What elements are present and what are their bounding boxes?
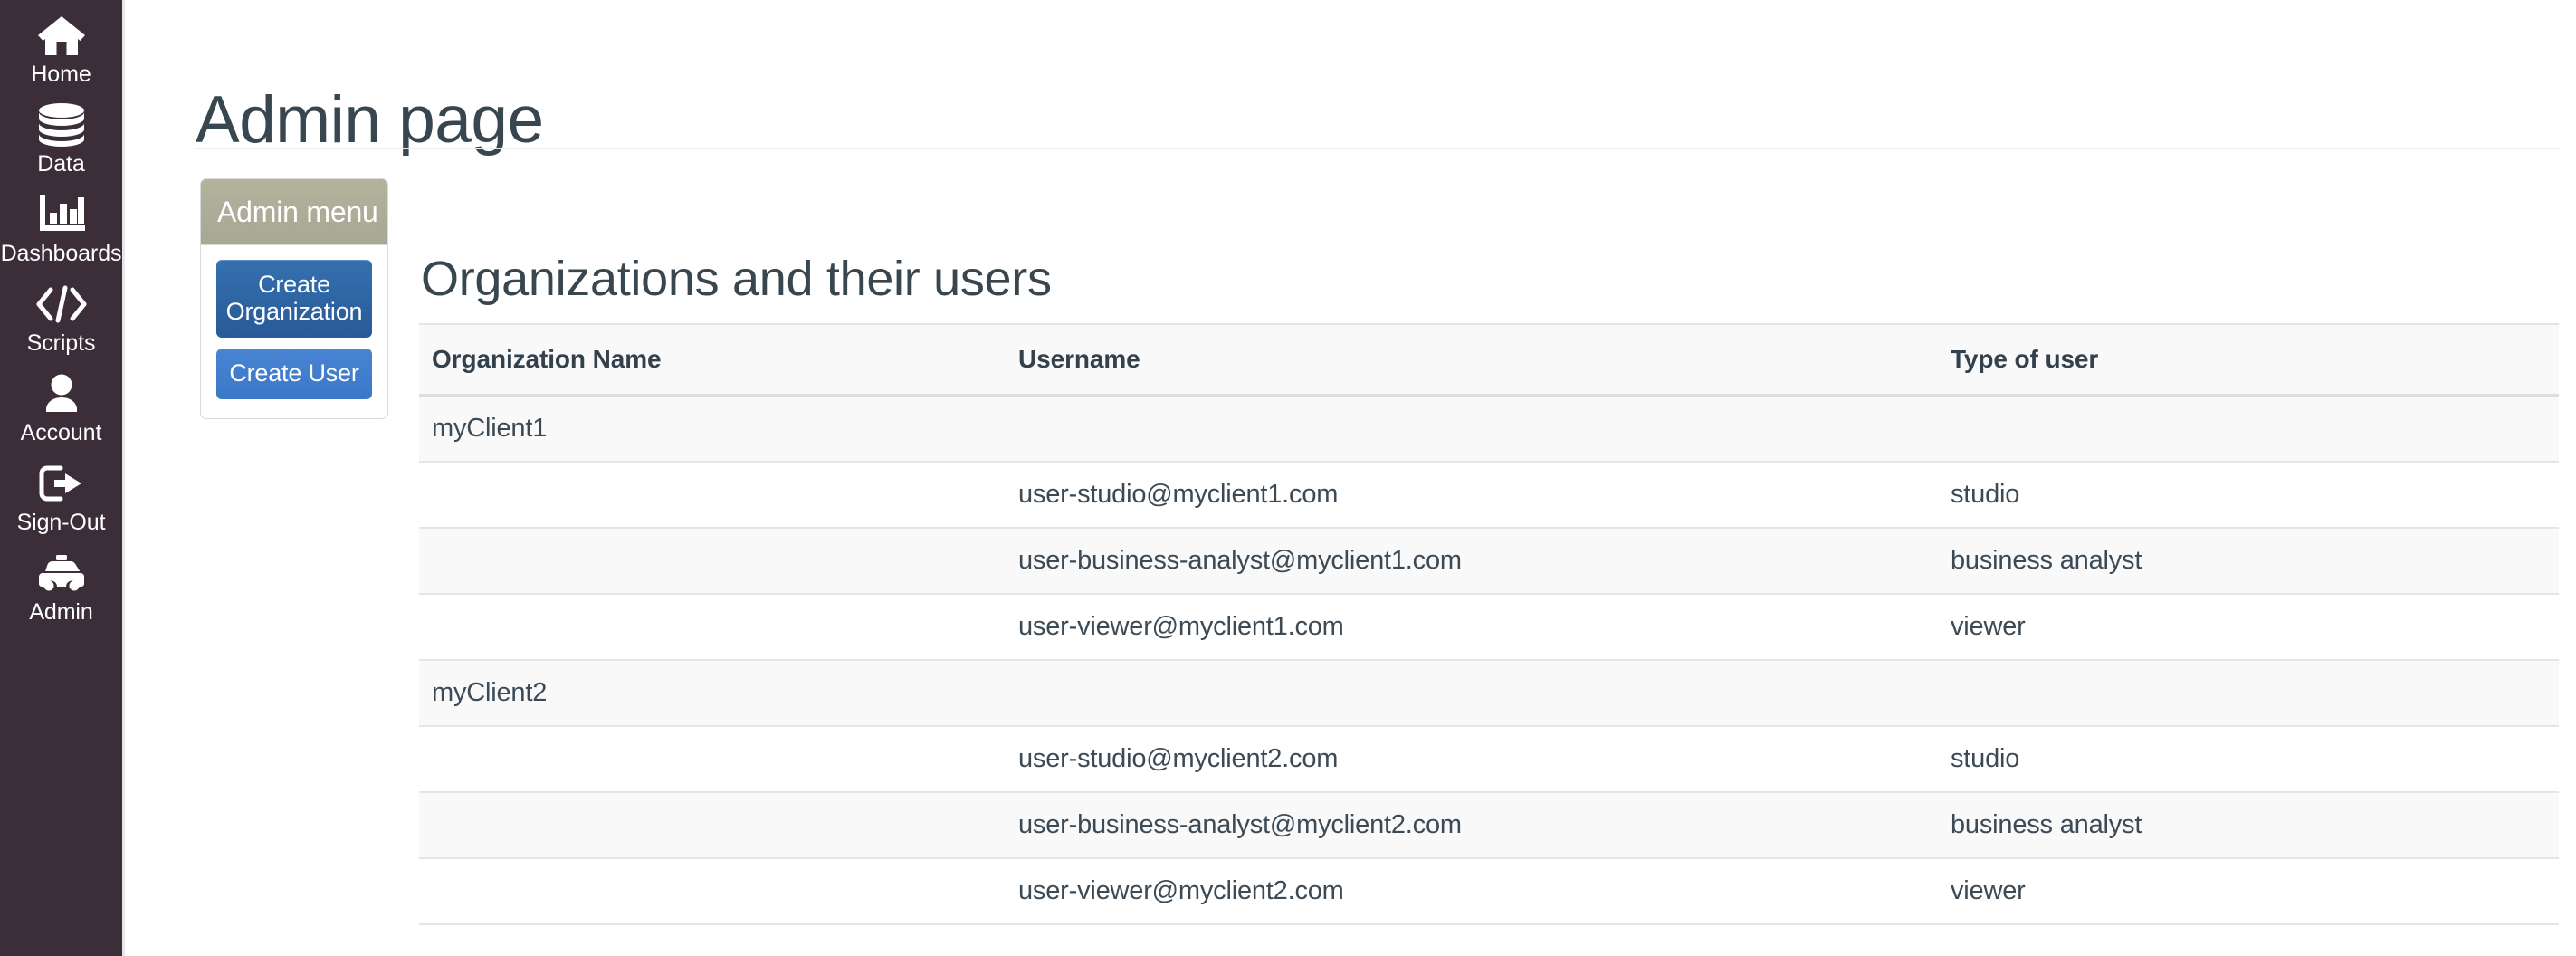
cell-type-of-user: [1932, 395, 2559, 462]
cell-organization-name: myClient2: [432, 677, 548, 707]
sidebar-item-dashboards[interactable]: Dashboards: [0, 192, 122, 267]
admin-menu-body: Create Organization Create User: [201, 245, 387, 418]
sidebar-item-admin[interactable]: Admin: [0, 550, 122, 626]
database-icon: [37, 102, 86, 148]
sidebar-item-sign-out[interactable]: Sign-Out: [0, 461, 122, 536]
cell-type-of-user: studio: [1951, 743, 2020, 773]
sidebar-item-label: Dashboards: [0, 241, 122, 266]
cell-type-of-user: studio: [1951, 479, 2020, 509]
cell-username: user-viewer@myclient1.com: [1018, 611, 1344, 641]
cell-organization-name: [419, 594, 1002, 660]
table-row[interactable]: user-business-analyst@myclient2.com busin…: [419, 791, 2559, 858]
cell-username: user-studio@myclient1.com: [1018, 479, 1339, 509]
cell-organization-name: [419, 528, 1002, 594]
create-user-button[interactable]: Create User: [216, 349, 372, 399]
cell-type-of-user: business analyst: [1951, 545, 2142, 575]
cell-username: user-viewer@myclient2.com: [1018, 875, 1344, 905]
cell-organization-name: [419, 792, 1002, 858]
organizations-table: Organization Name Username Type of user …: [419, 323, 2559, 925]
sidebar-item-label: Admin: [29, 599, 93, 625]
cell-username: user-business-analyst@myclient1.com: [1018, 545, 1462, 575]
bar-chart-icon: [36, 192, 87, 237]
sidebar-item-label: Sign-Out: [16, 510, 106, 535]
column-header-organization-name[interactable]: Organization Name: [419, 324, 1002, 396]
taxi-icon: [37, 550, 86, 596]
table-row[interactable]: user-business-analyst@myclient1.com busin…: [419, 527, 2559, 594]
cell-organization-name: myClient1: [432, 413, 548, 443]
column-header-username[interactable]: Username: [1002, 324, 1932, 396]
cell-type-of-user: viewer: [1951, 875, 2026, 905]
cell-username: user-business-analyst@myclient2.com: [1018, 809, 1462, 839]
sidebar-item-account[interactable]: Account: [0, 371, 122, 446]
table-row[interactable]: user-viewer@myclient2.com viewer: [419, 858, 2559, 924]
home-icon: [36, 13, 87, 58]
cell-username: user-studio@myclient2.com: [1018, 743, 1339, 773]
title-divider: [196, 148, 2560, 149]
cell-organization-name: [419, 726, 1002, 792]
table-header-row: Organization Name Username Type of user: [419, 323, 2559, 396]
table-row[interactable]: user-viewer@myclient1.com viewer: [419, 594, 2559, 660]
cell-organization-name: [419, 858, 1002, 924]
code-icon: [35, 282, 88, 327]
cell-username: [1002, 395, 1932, 462]
create-organization-button[interactable]: Create Organization: [216, 260, 372, 338]
sidebar: Home Data Dashboards Scripts Account Sig…: [0, 0, 125, 956]
user-icon: [41, 371, 82, 416]
sidebar-item-label: Scripts: [26, 330, 96, 356]
table-header: Organization Name Username Type of user: [419, 323, 2559, 396]
sidebar-item-home[interactable]: Home: [0, 13, 122, 88]
sidebar-item-label: Home: [31, 62, 91, 87]
cell-type-of-user: business analyst: [1951, 809, 2142, 839]
sidebar-item-label: Data: [37, 151, 85, 177]
table-row[interactable]: myClient1: [419, 395, 2559, 462]
table-row[interactable]: myClient2: [419, 659, 2559, 726]
cell-organization-name: [419, 462, 1002, 528]
sidebar-item-scripts[interactable]: Scripts: [0, 282, 122, 357]
admin-menu-header: Admin menu: [201, 179, 387, 245]
cell-type-of-user: [1932, 660, 2559, 726]
sidebar-item-data[interactable]: Data: [0, 102, 122, 177]
table-row[interactable]: user-studio@myclient1.com studio: [419, 462, 2559, 528]
admin-menu-title: Admin menu: [217, 196, 378, 228]
organizations-section: Organizations and their users Organizati…: [419, 210, 2559, 925]
cell-username: [1002, 660, 1932, 726]
cell-type-of-user: viewer: [1951, 611, 2026, 641]
main-content: Admin page Admin menu Create Organizatio…: [128, 0, 2576, 956]
column-header-type-of-user[interactable]: Type of user: [1932, 324, 2559, 396]
organizations-heading: Organizations and their users: [421, 251, 1052, 306]
table-row[interactable]: user-studio@myclient2.com studio: [419, 726, 2559, 792]
table-body: myClient1 user-studio@myclient1.com studio…: [419, 395, 2559, 924]
sign-out-icon: [38, 461, 85, 506]
admin-menu-panel: Admin menu Create Organization Create Us…: [200, 178, 388, 419]
sidebar-item-label: Account: [20, 420, 102, 445]
